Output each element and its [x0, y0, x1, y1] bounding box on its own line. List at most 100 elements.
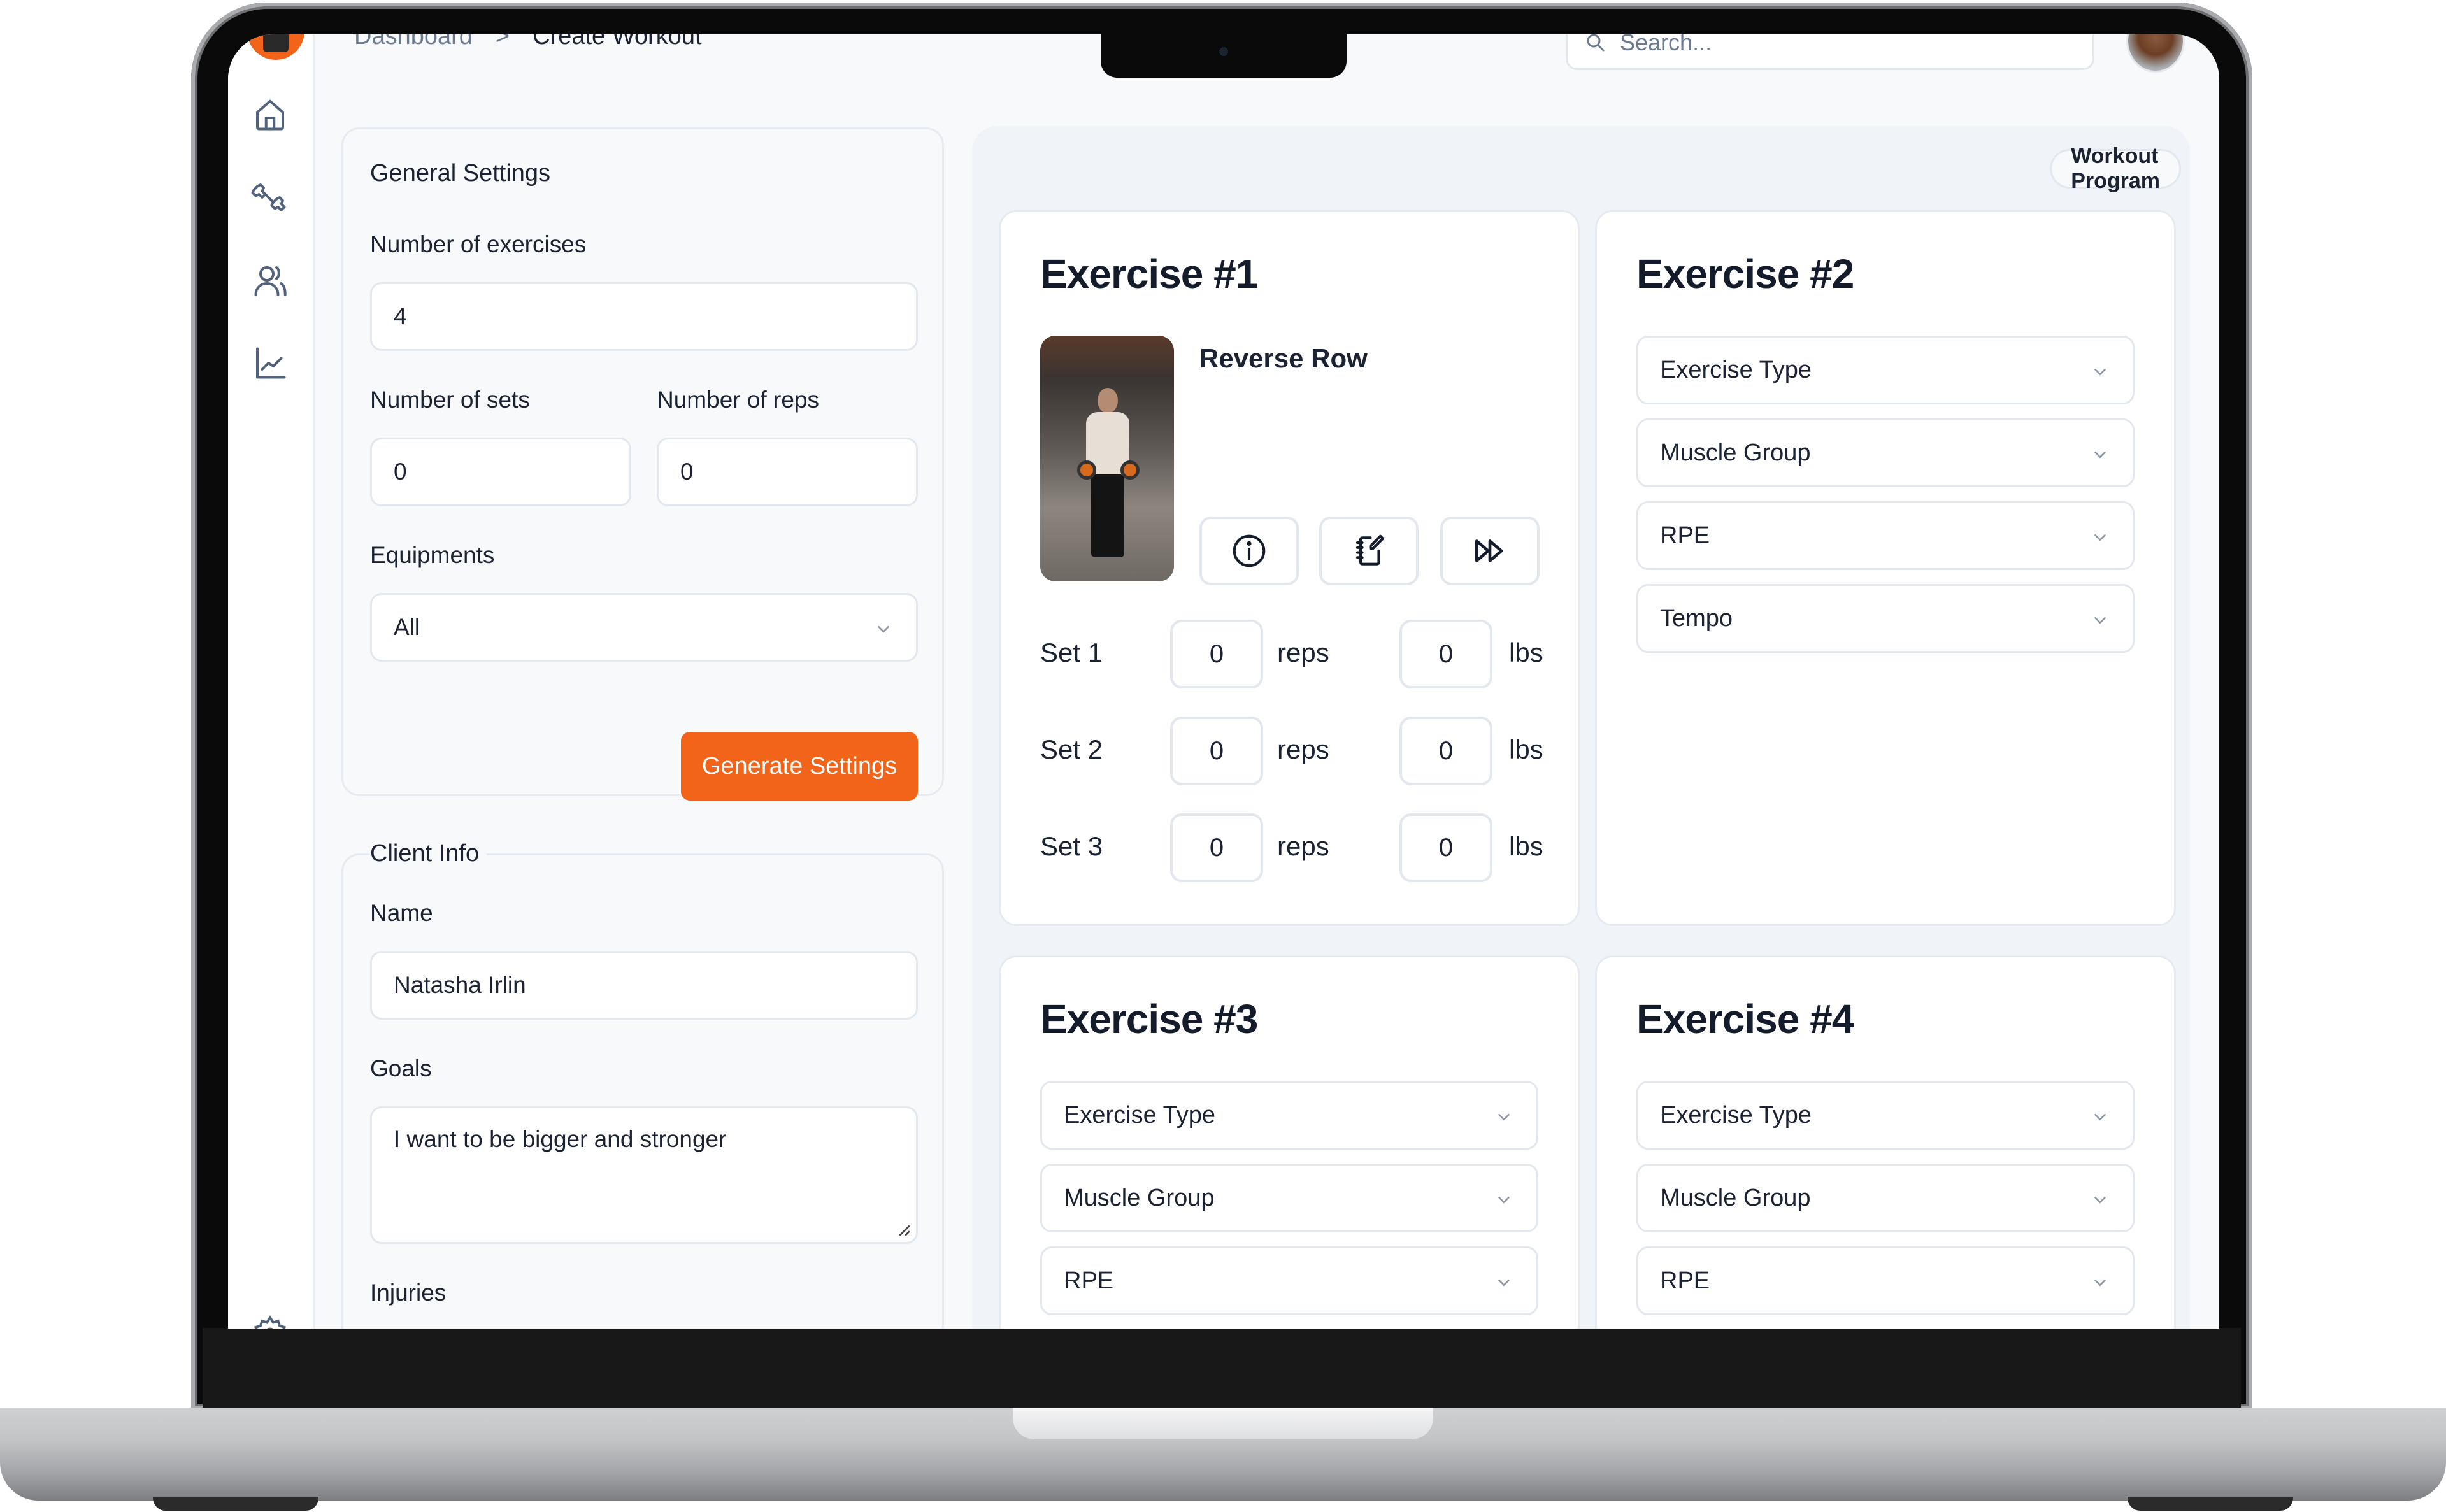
- chevron-down-icon: [2091, 526, 2110, 545]
- reps-unit: reps: [1277, 831, 1329, 861]
- select-label: RPE: [1660, 1267, 1710, 1294]
- brand-logo[interactable]: [247, 34, 304, 60]
- laptop-foot: [153, 1497, 318, 1511]
- exercise-type-select[interactable]: Exercise Type: [1636, 336, 2135, 404]
- breadcrumb: Dashboard > Create Workout: [354, 34, 702, 50]
- reps-unit: reps: [1277, 638, 1329, 667]
- goals-textarea[interactable]: I want to be bigger and stronger: [370, 1106, 918, 1244]
- muscle-group-select[interactable]: Muscle Group: [1636, 418, 2135, 487]
- exercise-card-1: Exercise #1 Reverse Row Set 1 0 reps 0 l…: [999, 210, 1580, 926]
- sidebar-item-clients[interactable]: [251, 261, 289, 299]
- select-label: RPE: [1660, 522, 1710, 549]
- set-label: Set 3: [1040, 831, 1103, 861]
- thumbnail-dumbbell: [1077, 460, 1096, 480]
- search-icon: [1587, 34, 1605, 52]
- client-info-panel: Client Info Name Natasha Irlin Goals I w…: [341, 840, 944, 1329]
- dumbbell-icon: [251, 183, 286, 211]
- goals-label: Goals: [370, 1055, 432, 1081]
- exercise-title: Exercise #3: [1040, 996, 1258, 1042]
- set-label: Set 1: [1040, 638, 1103, 667]
- num-exercises-input[interactable]: 4: [370, 282, 918, 351]
- rpe-select[interactable]: RPE: [1636, 1246, 2135, 1315]
- user-avatar[interactable]: [2126, 34, 2185, 73]
- client-name-input[interactable]: Natasha Irlin: [370, 951, 918, 1020]
- exercise-thumbnail[interactable]: [1040, 336, 1174, 581]
- set-weight-input[interactable]: 0: [1399, 620, 1492, 688]
- exercise-skip-button[interactable]: [1440, 517, 1540, 585]
- select-label: Muscle Group: [1660, 439, 1811, 466]
- chevron-down-icon: [2091, 1188, 2110, 1208]
- camera-lens: [1219, 47, 1228, 56]
- set-weight-input[interactable]: 0: [1399, 813, 1492, 882]
- num-reps-input[interactable]: 0: [657, 438, 918, 506]
- chevron-down-icon: [2091, 609, 2110, 628]
- set-row: Set 2 0 reps 0 lbs: [1040, 717, 1543, 785]
- thumbnail-figure-legs: [1091, 474, 1124, 557]
- resize-handle-icon[interactable]: [897, 1223, 911, 1237]
- exercise-type-select[interactable]: Exercise Type: [1040, 1081, 1538, 1150]
- breadcrumb-current: Create Workout: [533, 34, 702, 50]
- laptop-opening-notch: [1013, 1408, 1433, 1439]
- sidebar-item-settings[interactable]: [251, 1315, 289, 1329]
- set-reps-input[interactable]: 0: [1170, 620, 1263, 688]
- generate-settings-button[interactable]: Generate Settings: [681, 732, 918, 801]
- exercise-name: Reverse Row: [1199, 343, 1368, 373]
- logo-mark: [263, 34, 289, 52]
- set-label: Set 2: [1040, 734, 1103, 764]
- equipments-select[interactable]: All: [370, 593, 918, 662]
- sidebar-item-home[interactable]: [251, 96, 289, 134]
- laptop-bezel-chin: [203, 1328, 2241, 1408]
- muscle-group-select[interactable]: Muscle Group: [1040, 1164, 1538, 1232]
- select-label: RPE: [1064, 1267, 1114, 1294]
- select-label: Muscle Group: [1660, 1184, 1811, 1211]
- chevron-down-icon: [1494, 1106, 1513, 1125]
- tempo-select[interactable]: Tempo: [1636, 584, 2135, 653]
- thumbnail-dumbbell: [1120, 460, 1140, 480]
- rpe-select[interactable]: RPE: [1040, 1246, 1538, 1315]
- notebook-edit-icon: [1355, 534, 1385, 566]
- client-info-title: Client Info: [370, 840, 487, 867]
- exercise-title: Exercise #4: [1636, 996, 1854, 1042]
- set-reps-input[interactable]: 0: [1170, 813, 1263, 882]
- exercise-notes-button[interactable]: [1319, 517, 1419, 585]
- workout-program-badge[interactable]: Workout Program: [2050, 144, 2181, 193]
- set-row: Set 1 0 reps 0 lbs: [1040, 620, 1543, 688]
- exercise-card-2: Exercise #2 Exercise Type Muscle Group R…: [1595, 210, 2176, 926]
- camera-notch: [1101, 32, 1347, 78]
- num-sets-input[interactable]: 0: [370, 438, 631, 506]
- chevron-down-icon: [1494, 1271, 1513, 1290]
- select-label: Tempo: [1660, 604, 1733, 632]
- general-settings-title: General Settings: [370, 160, 551, 187]
- rpe-select[interactable]: RPE: [1636, 501, 2135, 570]
- search-input[interactable]: Search...: [1566, 34, 2094, 70]
- exercise-info-button[interactable]: [1199, 517, 1299, 585]
- select-label: Exercise Type: [1064, 1101, 1215, 1129]
- sidebar-item-workouts[interactable]: [251, 178, 289, 217]
- general-settings-panel: General Settings Number of exercises 4 N…: [341, 127, 944, 801]
- weight-unit: lbs: [1509, 831, 1543, 861]
- users-icon: [254, 266, 287, 296]
- injuries-label: Injuries: [370, 1280, 447, 1306]
- goals-value: I want to be bigger and stronger: [394, 1126, 727, 1152]
- set-weight-input[interactable]: 0: [1399, 717, 1492, 785]
- exercise-title: Exercise #1: [1040, 251, 1258, 297]
- num-reps-label: Number of reps: [657, 387, 819, 413]
- equipments-label: Equipments: [370, 542, 495, 568]
- num-exercises-label: Number of exercises: [370, 231, 587, 257]
- num-sets-label: Number of sets: [370, 387, 530, 413]
- exercise-title: Exercise #2: [1636, 251, 1854, 297]
- chevron-down-icon: [2091, 443, 2110, 462]
- client-name-label: Name: [370, 900, 433, 926]
- select-label: Muscle Group: [1064, 1184, 1215, 1211]
- set-reps-input[interactable]: 0: [1170, 717, 1263, 785]
- exercise-card-3: Exercise #3 Exercise Type Muscle Group R…: [999, 955, 1580, 1329]
- breadcrumb-dashboard[interactable]: Dashboard: [354, 34, 473, 50]
- fast-forward-icon: [1475, 539, 1503, 562]
- chevron-down-icon: [1494, 1188, 1513, 1208]
- muscle-group-select[interactable]: Muscle Group: [1636, 1164, 2135, 1232]
- sidebar-item-analytics[interactable]: [251, 344, 289, 382]
- chart-icon: [256, 347, 286, 379]
- chevron-down-icon: [2091, 1271, 2110, 1290]
- exercise-type-select[interactable]: Exercise Type: [1636, 1081, 2135, 1150]
- equipments-value: All: [394, 614, 420, 640]
